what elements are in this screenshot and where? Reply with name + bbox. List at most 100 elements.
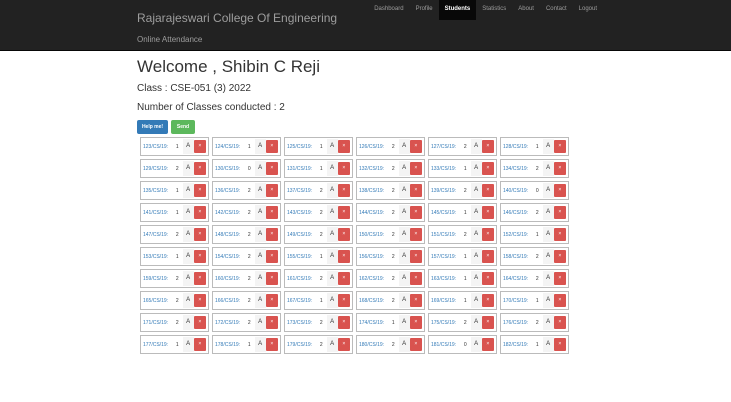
remove-button[interactable]: × [337, 184, 350, 197]
remove-button[interactable]: × [553, 316, 566, 329]
remove-button[interactable]: × [409, 184, 422, 197]
student-roll-link[interactable]: 169/CS/19: [431, 298, 464, 304]
student-roll-link[interactable]: 166/CS/19: [215, 298, 248, 304]
absent-toggle[interactable]: A [182, 183, 194, 198]
remove-button[interactable]: × [481, 338, 494, 351]
absent-toggle[interactable]: A [470, 161, 482, 176]
remove-button[interactable]: × [265, 272, 278, 285]
remove-button[interactable]: × [409, 338, 422, 351]
student-roll-link[interactable]: 143/CS/19: [287, 210, 320, 216]
absent-toggle[interactable]: A [326, 337, 338, 352]
absent-toggle[interactable]: A [326, 271, 338, 286]
student-roll-link[interactable]: 158/CS/19: [503, 254, 536, 260]
student-roll-link[interactable]: 127/CS/19: [431, 144, 464, 150]
remove-button[interactable]: × [337, 162, 350, 175]
student-roll-link[interactable]: 173/CS/19: [287, 320, 320, 326]
absent-toggle[interactable]: A [470, 271, 482, 286]
remove-button[interactable]: × [193, 228, 206, 241]
remove-button[interactable]: × [337, 250, 350, 263]
remove-button[interactable]: × [553, 250, 566, 263]
student-roll-link[interactable]: 160/CS/19: [215, 276, 248, 282]
student-roll-link[interactable]: 132/CS/19: [359, 166, 392, 172]
absent-toggle[interactable]: A [542, 161, 554, 176]
remove-button[interactable]: × [193, 316, 206, 329]
remove-button[interactable]: × [553, 162, 566, 175]
absent-toggle[interactable]: A [254, 337, 266, 352]
absent-toggle[interactable]: A [470, 293, 482, 308]
nav-dashboard[interactable]: Dashboard [368, 0, 409, 20]
remove-button[interactable]: × [481, 294, 494, 307]
absent-toggle[interactable]: A [398, 293, 410, 308]
student-roll-link[interactable]: 146/CS/19: [503, 210, 536, 216]
absent-toggle[interactable]: A [254, 249, 266, 264]
student-roll-link[interactable]: 164/CS/19: [503, 276, 536, 282]
absent-toggle[interactable]: A [542, 139, 554, 154]
student-roll-link[interactable]: 141/CS/19: [143, 210, 176, 216]
remove-button[interactable]: × [481, 316, 494, 329]
remove-button[interactable]: × [481, 250, 494, 263]
remove-button[interactable]: × [409, 140, 422, 153]
student-roll-link[interactable]: 168/CS/19: [359, 298, 392, 304]
nav-logout[interactable]: Logout [573, 0, 603, 20]
absent-toggle[interactable]: A [470, 249, 482, 264]
student-roll-link[interactable]: 125/CS/19: [287, 144, 320, 150]
student-roll-link[interactable]: 137/CS/19: [287, 188, 320, 194]
student-roll-link[interactable]: 177/CS/19: [143, 342, 176, 348]
remove-button[interactable]: × [265, 316, 278, 329]
student-roll-link[interactable]: 179/CS/19: [287, 342, 320, 348]
student-roll-link[interactable]: 131/CS/19: [287, 166, 320, 172]
absent-toggle[interactable]: A [182, 293, 194, 308]
absent-toggle[interactable]: A [254, 227, 266, 242]
remove-button[interactable]: × [481, 206, 494, 219]
student-roll-link[interactable]: 150/CS/19: [359, 232, 392, 238]
absent-toggle[interactable]: A [542, 293, 554, 308]
absent-toggle[interactable]: A [542, 205, 554, 220]
student-roll-link[interactable]: 126/CS/19: [359, 144, 392, 150]
brand-title[interactable]: Rajarajeswari College Of Engineering [137, 11, 337, 25]
remove-button[interactable]: × [481, 272, 494, 285]
absent-toggle[interactable]: A [398, 337, 410, 352]
absent-toggle[interactable]: A [398, 249, 410, 264]
remove-button[interactable]: × [337, 228, 350, 241]
student-roll-link[interactable]: 142/CS/19: [215, 210, 248, 216]
nav-students[interactable]: Students [438, 0, 477, 20]
send-button[interactable]: Send [171, 120, 195, 134]
student-roll-link[interactable]: 162/CS/19: [359, 276, 392, 282]
absent-toggle[interactable]: A [542, 183, 554, 198]
remove-button[interactable]: × [193, 162, 206, 175]
remove-button[interactable]: × [409, 162, 422, 175]
student-roll-link[interactable]: 176/CS/19: [503, 320, 536, 326]
student-roll-link[interactable]: 181/CS/19: [431, 342, 464, 348]
student-roll-link[interactable]: 154/CS/19: [215, 254, 248, 260]
remove-button[interactable]: × [265, 140, 278, 153]
absent-toggle[interactable]: A [470, 337, 482, 352]
absent-toggle[interactable]: A [182, 337, 194, 352]
student-roll-link[interactable]: 165/CS/19: [143, 298, 176, 304]
remove-button[interactable]: × [553, 140, 566, 153]
absent-toggle[interactable]: A [182, 139, 194, 154]
absent-toggle[interactable]: A [182, 161, 194, 176]
remove-button[interactable]: × [409, 272, 422, 285]
student-roll-link[interactable]: 148/CS/19: [215, 232, 248, 238]
absent-toggle[interactable]: A [182, 315, 194, 330]
student-roll-link[interactable]: 129/CS/19: [143, 166, 176, 172]
absent-toggle[interactable]: A [326, 205, 338, 220]
remove-button[interactable]: × [193, 184, 206, 197]
nav-about[interactable]: About [512, 0, 540, 20]
absent-toggle[interactable]: A [398, 227, 410, 242]
absent-toggle[interactable]: A [398, 161, 410, 176]
remove-button[interactable]: × [337, 338, 350, 351]
remove-button[interactable]: × [481, 162, 494, 175]
absent-toggle[interactable]: A [254, 139, 266, 154]
student-roll-link[interactable]: 133/CS/19: [431, 166, 464, 172]
student-roll-link[interactable]: 145/CS/19: [431, 210, 464, 216]
absent-toggle[interactable]: A [326, 315, 338, 330]
absent-toggle[interactable]: A [470, 183, 482, 198]
remove-button[interactable]: × [409, 206, 422, 219]
remove-button[interactable]: × [265, 184, 278, 197]
student-roll-link[interactable]: 151/CS/19: [431, 232, 464, 238]
student-roll-link[interactable]: 123/CS/19: [143, 144, 176, 150]
remove-button[interactable]: × [481, 228, 494, 241]
student-roll-link[interactable]: 139/CS/19: [431, 188, 464, 194]
absent-toggle[interactable]: A [326, 227, 338, 242]
